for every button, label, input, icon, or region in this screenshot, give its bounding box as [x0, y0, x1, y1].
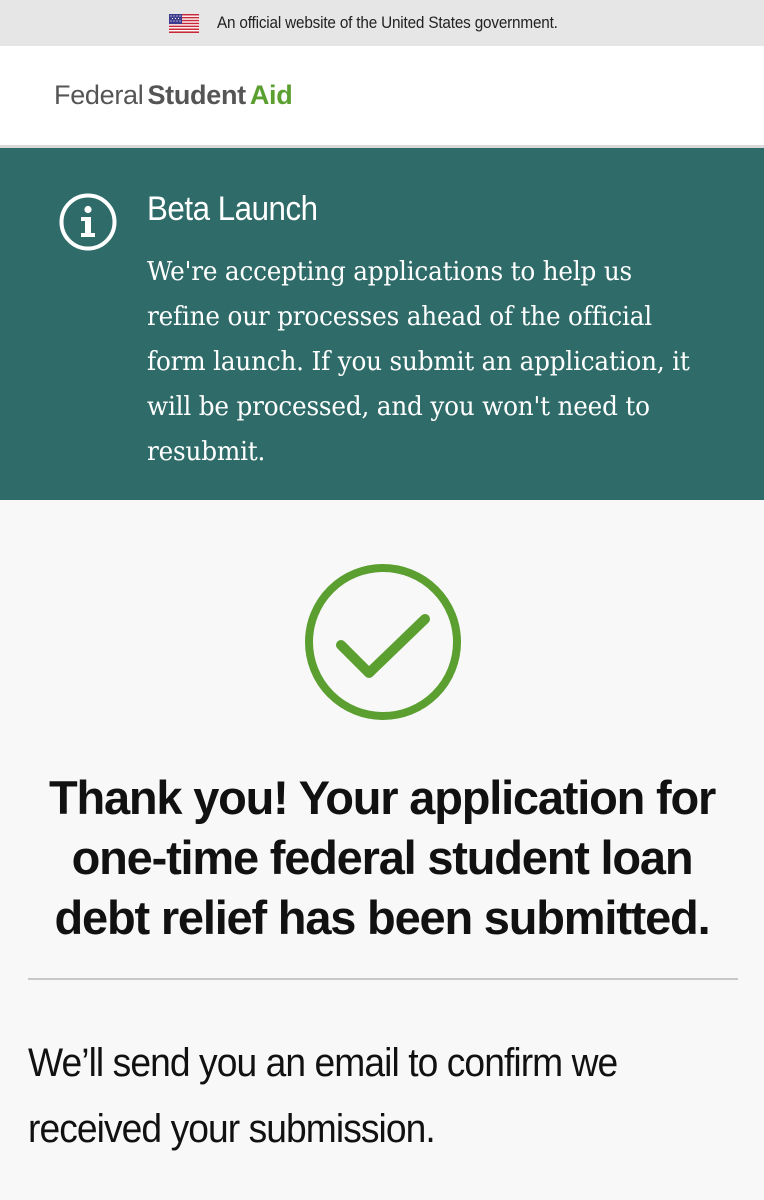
federal-student-aid-logo[interactable]: Federal Student Aid	[54, 80, 293, 111]
gov-banner-text: An official website of the United States…	[216, 13, 558, 32]
us-flag-icon	[168, 13, 199, 33]
logo-federal-text: Federal	[54, 80, 144, 110]
check-circle-icon	[305, 564, 461, 720]
site-header: Federal Student Aid	[0, 46, 764, 148]
info-icon	[59, 193, 117, 251]
logo-aid-text: Aid	[249, 80, 293, 110]
confirmation-message: We’ll send you an email to confirm we re…	[28, 1041, 618, 1151]
beta-launch-alert: Beta Launch We're accepting applications…	[0, 148, 764, 500]
confirmation-section: Thank you! Your application for one-time…	[0, 500, 764, 1200]
logo-student-text: Student	[147, 80, 246, 110]
alert-body: We're accepting applications to help us …	[147, 257, 690, 467]
gov-banner: An official website of the United States…	[0, 0, 764, 46]
divider	[28, 978, 738, 980]
alert-title: Beta Launch	[147, 190, 318, 228]
confirmation-headline: Thank you! Your application for one-time…	[48, 771, 716, 944]
